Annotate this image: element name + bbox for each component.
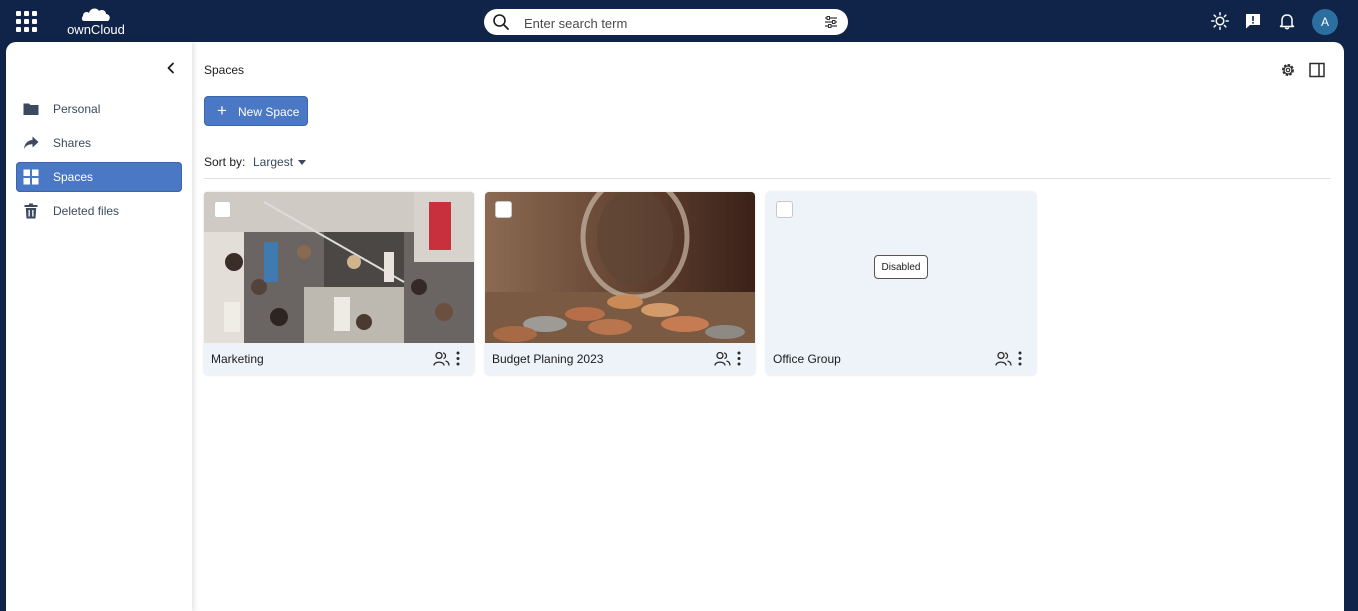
sidebar: Personal Shares Spaces Deleted files [6, 42, 192, 611]
space-image-coins-jar [485, 192, 755, 343]
breadcrumb: Spaces [204, 63, 245, 77]
sidebar-item-personal[interactable]: Personal [16, 94, 182, 124]
theme-sun-icon[interactable] [1211, 12, 1229, 30]
share-arrow-icon [24, 136, 39, 149]
side-panel-toggle-icon[interactable] [1309, 62, 1325, 78]
select-checkbox[interactable] [495, 201, 512, 218]
members-icon[interactable] [714, 350, 731, 367]
notifications-bell-icon[interactable] [1278, 12, 1296, 30]
sort-label: Sort by: [204, 155, 246, 169]
owncloud-logo[interactable]: ownCloud [60, 3, 132, 39]
plus-icon: + [217, 101, 227, 120]
collapse-sidebar-chevron-icon[interactable] [164, 61, 178, 75]
app-switcher-icon[interactable] [16, 11, 37, 32]
grid-icon [23, 169, 39, 185]
more-options-icon[interactable] [735, 350, 743, 367]
space-name: Marketing [211, 352, 264, 366]
space-name: Office Group [773, 352, 841, 366]
select-checkbox[interactable] [776, 201, 793, 218]
space-name: Budget Planing 2023 [492, 352, 604, 366]
sort-value: Largest [253, 155, 294, 169]
search-filter-icon[interactable] [824, 15, 838, 29]
divider [204, 178, 1331, 179]
space-card-office-group[interactable]: Disabled Office Group [766, 192, 1036, 375]
search-bar [484, 9, 848, 35]
more-options-icon[interactable] [454, 350, 462, 367]
space-card-marketing[interactable]: Marketing [204, 192, 474, 375]
new-space-button[interactable]: + New Space [204, 96, 308, 126]
main-content: Spaces + New Space Sort by: Largest Mark… [192, 42, 1344, 611]
settings-gear-icon[interactable] [1280, 62, 1296, 78]
user-avatar[interactable]: A [1312, 9, 1338, 35]
feedback-icon[interactable] [1244, 12, 1262, 30]
members-icon[interactable] [995, 350, 1012, 367]
sort-control: Sort by: Largest [204, 155, 307, 169]
logo-text: ownCloud [67, 22, 125, 37]
trash-icon [24, 203, 38, 219]
select-checkbox[interactable] [214, 201, 231, 218]
sidebar-item-label: Personal [53, 102, 101, 116]
sort-dropdown[interactable]: Largest [253, 155, 307, 169]
sidebar-item-shares[interactable]: Shares [16, 128, 182, 158]
caret-down-icon [298, 160, 307, 166]
more-options-icon[interactable] [1016, 350, 1024, 367]
search-icon[interactable] [492, 13, 510, 31]
search-input[interactable] [522, 12, 816, 34]
top-bar: ownCloud A [0, 0, 1358, 42]
folder-icon [23, 103, 39, 115]
sidebar-item-deleted-files[interactable]: Deleted files [16, 196, 182, 226]
sidebar-item-label: Shares [53, 136, 92, 150]
sidebar-item-label: Deleted files [53, 204, 120, 218]
new-space-label: New Space [238, 105, 300, 119]
space-card-budget-planing-2023[interactable]: Budget Planing 2023 [485, 192, 755, 375]
sidebar-item-spaces[interactable]: Spaces [16, 162, 182, 192]
space-image-trade-show [204, 192, 474, 343]
members-icon[interactable] [433, 350, 450, 367]
sidebar-item-label: Spaces [53, 170, 94, 184]
disabled-badge: Disabled [874, 255, 928, 279]
